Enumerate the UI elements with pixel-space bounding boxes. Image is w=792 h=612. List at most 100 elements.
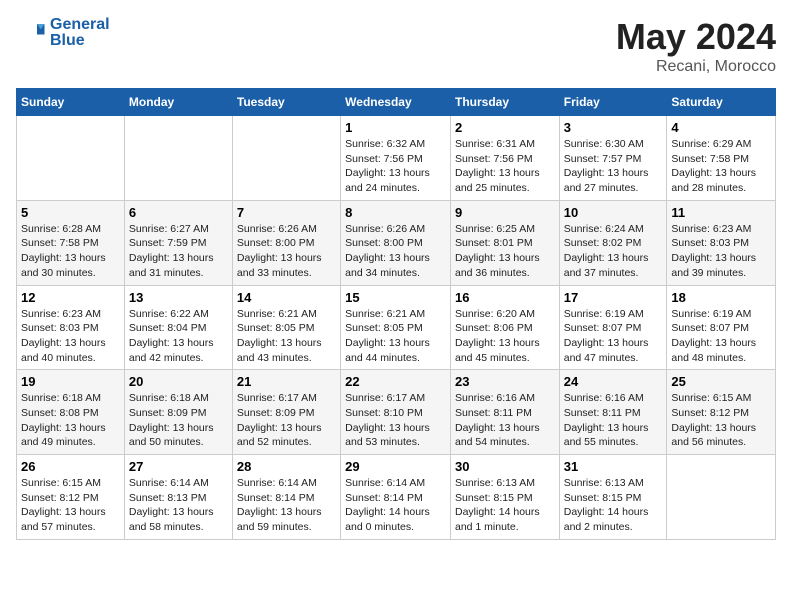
day-info: Sunrise: 6:24 AM Sunset: 8:02 PM Dayligh… (564, 222, 663, 281)
day-info: Sunrise: 6:21 AM Sunset: 8:05 PM Dayligh… (237, 307, 336, 366)
day-info: Sunrise: 6:26 AM Sunset: 8:00 PM Dayligh… (345, 222, 446, 281)
day-number: 1 (345, 120, 446, 135)
page-header: General Blue May 2024 Recani, Morocco (16, 16, 776, 76)
calendar-cell (17, 116, 125, 201)
calendar-cell: 18Sunrise: 6:19 AM Sunset: 8:07 PM Dayli… (667, 285, 776, 370)
day-number: 20 (129, 374, 228, 389)
day-number: 12 (21, 290, 120, 305)
day-number: 10 (564, 205, 663, 220)
calendar-cell: 19 Sunrise: 6:18 AM Sunset: 8:08 PM Dayli… (17, 370, 125, 455)
day-number: 15 (345, 290, 446, 305)
day-info: Sunrise: 6:23 AM Sunset: 8:03 PM Dayligh… (21, 307, 120, 366)
logo: General Blue (16, 16, 110, 50)
day-info: Sunrise: 6:31 AM Sunset: 7:56 PM Dayligh… (455, 137, 555, 196)
day-number: 31 (564, 459, 663, 474)
day-number: 13 (129, 290, 228, 305)
day-info: Sunrise: 6:17 AM Sunset: 8:09 PM Dayligh… (237, 391, 336, 450)
day-number: 3 (564, 120, 663, 135)
calendar-cell: 29Sunrise: 6:14 AM Sunset: 8:14 PM Dayli… (341, 455, 451, 540)
month-title: May 2024 Recani, Morocco (616, 16, 776, 76)
day-info: Sunrise: 6:17 AM Sunset: 8:10 PM Dayligh… (345, 391, 446, 450)
calendar-cell: 25 Sunrise: 6:15 AM Sunset: 8:12 PM Dayli… (667, 370, 776, 455)
day-info: Sunrise: 6:14 AM Sunset: 8:14 PM Dayligh… (237, 476, 336, 535)
calendar-cell: 30 Sunrise: 6:13 AM Sunset: 8:15 PM Dayli… (450, 455, 559, 540)
day-number: 14 (237, 290, 336, 305)
calendar-cell: 31Sunrise: 6:13 AM Sunset: 8:15 PM Dayli… (559, 455, 667, 540)
weekday-header-thursday: Thursday (450, 89, 559, 116)
calendar-cell: 28 Sunrise: 6:14 AM Sunset: 8:14 PM Dayli… (232, 455, 340, 540)
day-number: 11 (671, 205, 771, 220)
day-number: 2 (455, 120, 555, 135)
calendar-cell (232, 116, 340, 201)
calendar-cell: 5Sunrise: 6:28 AM Sunset: 7:58 PM Daylig… (17, 200, 125, 285)
day-info: Sunrise: 6:32 AM Sunset: 7:56 PM Dayligh… (345, 137, 446, 196)
day-info: Sunrise: 6:13 AM Sunset: 8:15 PM Dayligh… (455, 476, 555, 535)
day-number: 30 (455, 459, 555, 474)
day-info: Sunrise: 6:19 AM Sunset: 8:07 PM Dayligh… (671, 307, 771, 366)
weekday-header-wednesday: Wednesday (341, 89, 451, 116)
calendar-header: SundayMondayTuesdayWednesdayThursdayFrid… (17, 89, 776, 116)
day-info: Sunrise: 6:14 AM Sunset: 8:13 PM Dayligh… (129, 476, 228, 535)
location: Recani, Morocco (616, 58, 776, 76)
day-number: 22 (345, 374, 446, 389)
day-number: 6 (129, 205, 228, 220)
calendar-cell: 8 Sunrise: 6:26 AM Sunset: 8:00 PM Daylig… (341, 200, 451, 285)
day-number: 23 (455, 374, 555, 389)
calendar-cell: 9 Sunrise: 6:25 AM Sunset: 8:01 PM Daylig… (450, 200, 559, 285)
calendar-cell: 13 Sunrise: 6:22 AM Sunset: 8:04 PM Dayli… (124, 285, 232, 370)
day-info: Sunrise: 6:18 AM Sunset: 8:09 PM Dayligh… (129, 391, 228, 450)
calendar-cell: 15 Sunrise: 6:21 AM Sunset: 8:05 PM Dayli… (341, 285, 451, 370)
day-info: Sunrise: 6:15 AM Sunset: 8:12 PM Dayligh… (21, 476, 120, 535)
calendar-cell: 22 Sunrise: 6:17 AM Sunset: 8:10 PM Dayli… (341, 370, 451, 455)
day-info: Sunrise: 6:21 AM Sunset: 8:05 PM Dayligh… (345, 307, 446, 366)
day-info: Sunrise: 6:23 AM Sunset: 8:03 PM Dayligh… (671, 222, 771, 281)
calendar-cell: 2 Sunrise: 6:31 AM Sunset: 7:56 PM Daylig… (450, 116, 559, 201)
day-number: 29 (345, 459, 446, 474)
day-number: 27 (129, 459, 228, 474)
day-info: Sunrise: 6:18 AM Sunset: 8:08 PM Dayligh… (21, 391, 120, 450)
calendar-cell: 1 Sunrise: 6:32 AM Sunset: 7:56 PM Daylig… (341, 116, 451, 201)
calendar-cell: 23Sunrise: 6:16 AM Sunset: 8:11 PM Dayli… (450, 370, 559, 455)
calendar-cell: 6Sunrise: 6:27 AM Sunset: 7:59 PM Daylig… (124, 200, 232, 285)
day-number: 25 (671, 374, 771, 389)
day-info: Sunrise: 6:15 AM Sunset: 8:12 PM Dayligh… (671, 391, 771, 450)
calendar-cell (667, 455, 776, 540)
day-info: Sunrise: 6:20 AM Sunset: 8:06 PM Dayligh… (455, 307, 555, 366)
weekday-header-friday: Friday (559, 89, 667, 116)
day-number: 17 (564, 290, 663, 305)
day-info: Sunrise: 6:16 AM Sunset: 8:11 PM Dayligh… (564, 391, 663, 450)
calendar-cell: 21 Sunrise: 6:17 AM Sunset: 8:09 PM Dayli… (232, 370, 340, 455)
logo-icon (16, 18, 46, 48)
day-number: 19 (21, 374, 120, 389)
calendar-cell: 11 Sunrise: 6:23 AM Sunset: 8:03 PM Dayli… (667, 200, 776, 285)
day-number: 4 (671, 120, 771, 135)
day-number: 8 (345, 205, 446, 220)
calendar-cell: 10 Sunrise: 6:24 AM Sunset: 8:02 PM Dayli… (559, 200, 667, 285)
calendar-cell: 17 Sunrise: 6:19 AM Sunset: 8:07 PM Dayli… (559, 285, 667, 370)
day-number: 16 (455, 290, 555, 305)
calendar-cell: 4 Sunrise: 6:29 AM Sunset: 7:58 PM Daylig… (667, 116, 776, 201)
day-info: Sunrise: 6:26 AM Sunset: 8:00 PM Dayligh… (237, 222, 336, 281)
calendar-cell: 27 Sunrise: 6:14 AM Sunset: 8:13 PM Dayli… (124, 455, 232, 540)
weekday-header-monday: Monday (124, 89, 232, 116)
day-number: 9 (455, 205, 555, 220)
day-number: 21 (237, 374, 336, 389)
calendar-cell (124, 116, 232, 201)
calendar-table: SundayMondayTuesdayWednesdayThursdayFrid… (16, 88, 776, 540)
day-number: 28 (237, 459, 336, 474)
day-number: 7 (237, 205, 336, 220)
day-info: Sunrise: 6:25 AM Sunset: 8:01 PM Dayligh… (455, 222, 555, 281)
calendar-cell: 16 Sunrise: 6:20 AM Sunset: 8:06 PM Dayli… (450, 285, 559, 370)
day-number: 5 (21, 205, 120, 220)
day-number: 24 (564, 374, 663, 389)
day-info: Sunrise: 6:22 AM Sunset: 8:04 PM Dayligh… (129, 307, 228, 366)
calendar-cell: 12 Sunrise: 6:23 AM Sunset: 8:03 PM Dayli… (17, 285, 125, 370)
day-info: Sunrise: 6:19 AM Sunset: 8:07 PM Dayligh… (564, 307, 663, 366)
calendar-cell: 3Sunrise: 6:30 AM Sunset: 7:57 PM Daylig… (559, 116, 667, 201)
calendar-cell: 7 Sunrise: 6:26 AM Sunset: 8:00 PM Daylig… (232, 200, 340, 285)
calendar-cell: 14 Sunrise: 6:21 AM Sunset: 8:05 PM Dayli… (232, 285, 340, 370)
day-number: 26 (21, 459, 120, 474)
calendar-cell: 24 Sunrise: 6:16 AM Sunset: 8:11 PM Dayli… (559, 370, 667, 455)
day-info: Sunrise: 6:29 AM Sunset: 7:58 PM Dayligh… (671, 137, 771, 196)
logo-text: General Blue (50, 16, 110, 50)
